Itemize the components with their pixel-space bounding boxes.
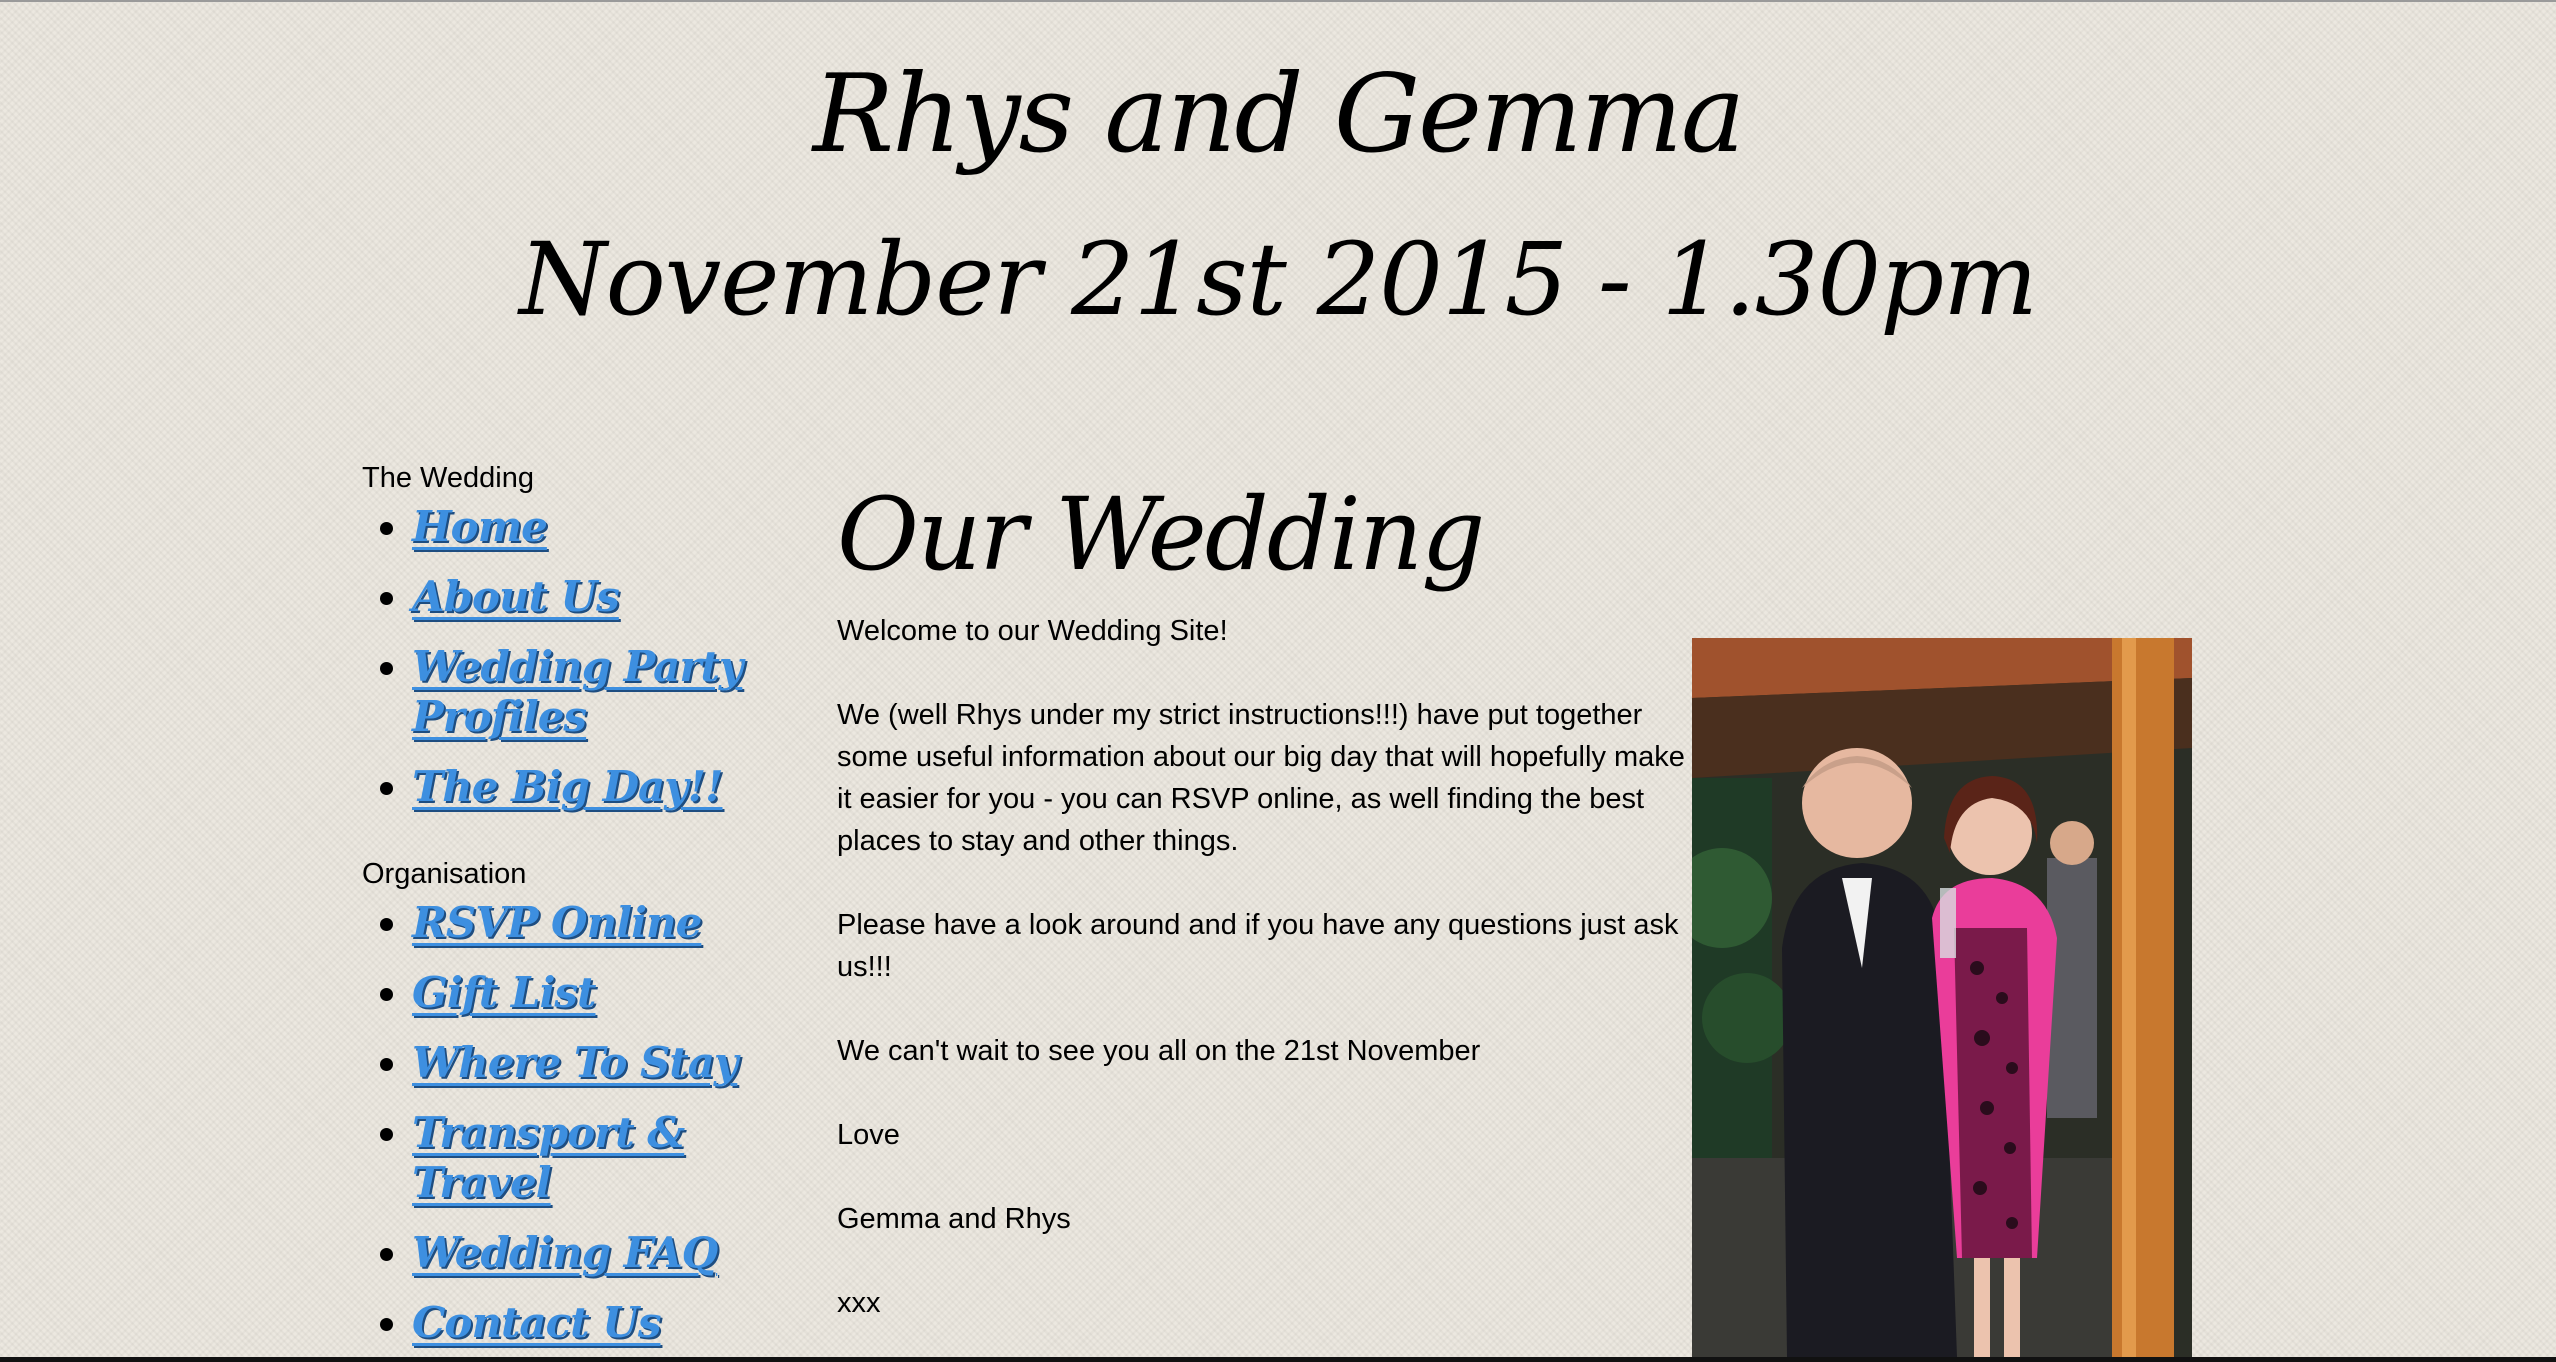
intro-paragraph: We (well Rhys under my strict instructio…: [837, 699, 1685, 857]
nav-link-contact-us[interactable]: Contact Us: [412, 1298, 661, 1347]
page-heading: Our Wedding: [837, 476, 1485, 593]
nav-group-title-organisation: Organisation: [362, 858, 527, 890]
nav-item-wedding-party-profiles: Wedding Party Profiles: [412, 642, 762, 742]
couple-photo: [1692, 638, 2192, 1357]
nav-link-rsvp-online[interactable]: RSVP Online: [412, 898, 702, 947]
sidebar-nav: The Wedding Home About Us Wedding Party …: [362, 458, 762, 1362]
nav-link-wedding-party-profiles[interactable]: Wedding Party Profiles: [412, 642, 743, 741]
main-content: Our Wedding Welcome to our Wedding Site!…: [837, 470, 1697, 1362]
site-title: Rhys and Gemma: [812, 52, 1745, 177]
nav-link-about-us[interactable]: About Us: [412, 572, 620, 621]
nav-link-transport-travel[interactable]: Transport & Travel: [412, 1108, 685, 1207]
nav-item-gift-list: Gift List: [412, 968, 762, 1018]
nav-item-transport-travel: Transport & Travel: [412, 1108, 762, 1208]
nav-group-spacer: [362, 832, 762, 854]
nav-link-home[interactable]: Home: [412, 502, 548, 551]
nav-item-rsvp-online: RSVP Online: [412, 898, 762, 948]
top-border: [0, 0, 2556, 2]
nav-item-big-day: The Big Day!!: [412, 762, 762, 812]
see-you-paragraph: We can't wait to see you all on the 21st…: [837, 1035, 1481, 1067]
nav-list-organisation: RSVP Online Gift List Where To Stay Tran…: [362, 898, 762, 1348]
bottom-border: [0, 1357, 2556, 1362]
welcome-text: Welcome to our Wedding Site!: [837, 615, 1228, 647]
wedding-date: November 21st 2015 - 1.30pm: [519, 221, 2038, 338]
nav-group-wedding: The Wedding Home About Us Wedding Party …: [362, 458, 762, 812]
nav-item-contact-us: Contact Us: [412, 1298, 762, 1348]
questions-paragraph: Please have a look around and if you hav…: [837, 909, 1679, 983]
nav-link-where-to-stay[interactable]: Where To Stay: [412, 1038, 738, 1087]
nav-group-title-wedding: The Wedding: [362, 462, 534, 494]
sign-off-love: Love: [837, 1119, 900, 1151]
nav-item-home: Home: [412, 502, 762, 552]
nav-item-wedding-faq: Wedding FAQ: [412, 1228, 762, 1278]
sign-off-kisses: xxx: [837, 1287, 881, 1319]
couple-photo-illustration: [1692, 638, 2192, 1357]
nav-link-gift-list[interactable]: Gift List: [412, 968, 596, 1017]
sign-off-names: Gemma and Rhys: [837, 1203, 1071, 1235]
nav-link-big-day[interactable]: The Big Day!!: [412, 762, 723, 811]
nav-list-wedding: Home About Us Wedding Party Profiles The…: [362, 502, 762, 812]
nav-item-where-to-stay: Where To Stay: [412, 1038, 762, 1088]
nav-item-about-us: About Us: [412, 572, 762, 622]
nav-link-wedding-faq[interactable]: Wedding FAQ: [412, 1228, 718, 1277]
nav-group-organisation: Organisation RSVP Online Gift List Where…: [362, 854, 762, 1348]
